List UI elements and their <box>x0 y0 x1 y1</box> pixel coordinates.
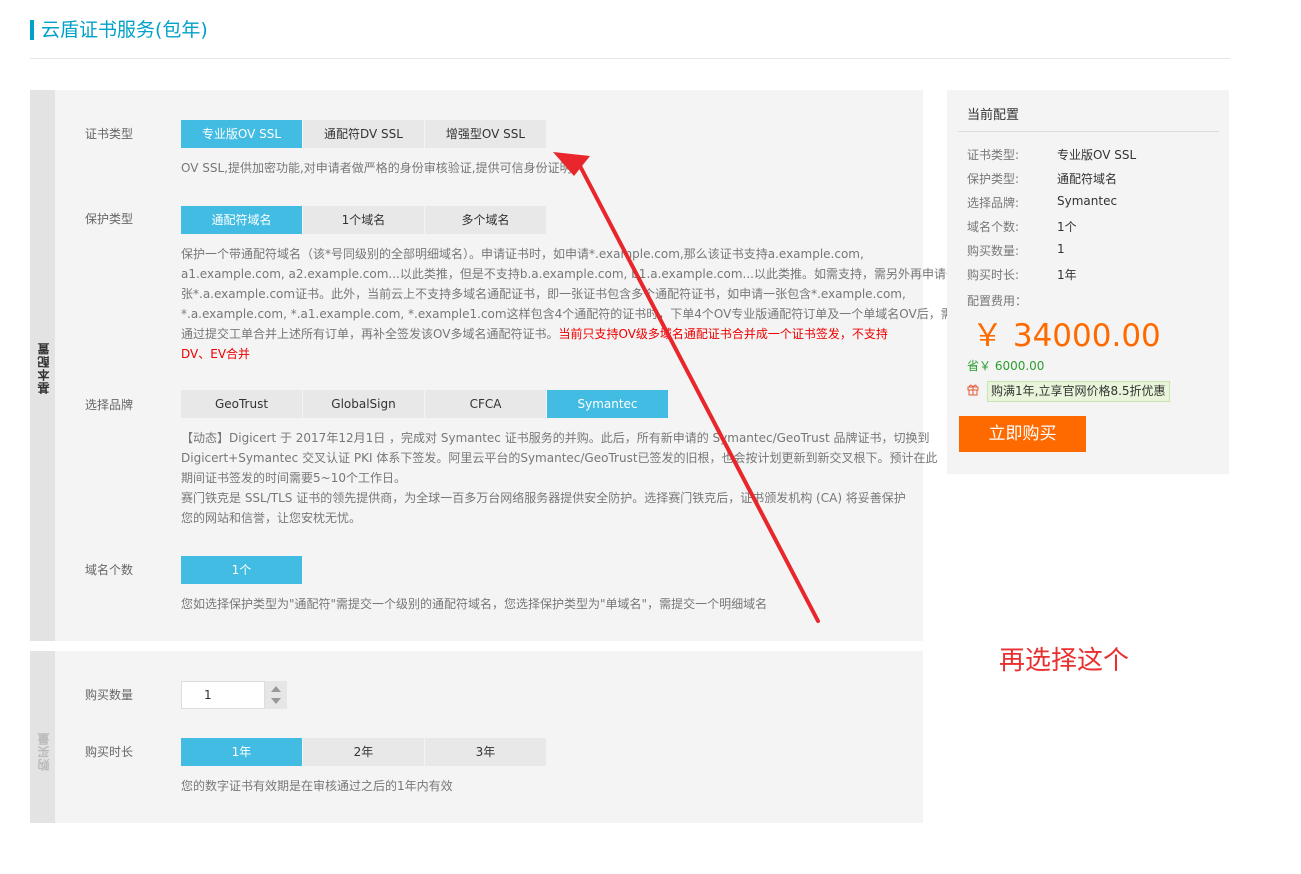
annotation-arrow <box>553 152 820 623</box>
annotation-note: 再选择这个 <box>999 646 1130 676</box>
